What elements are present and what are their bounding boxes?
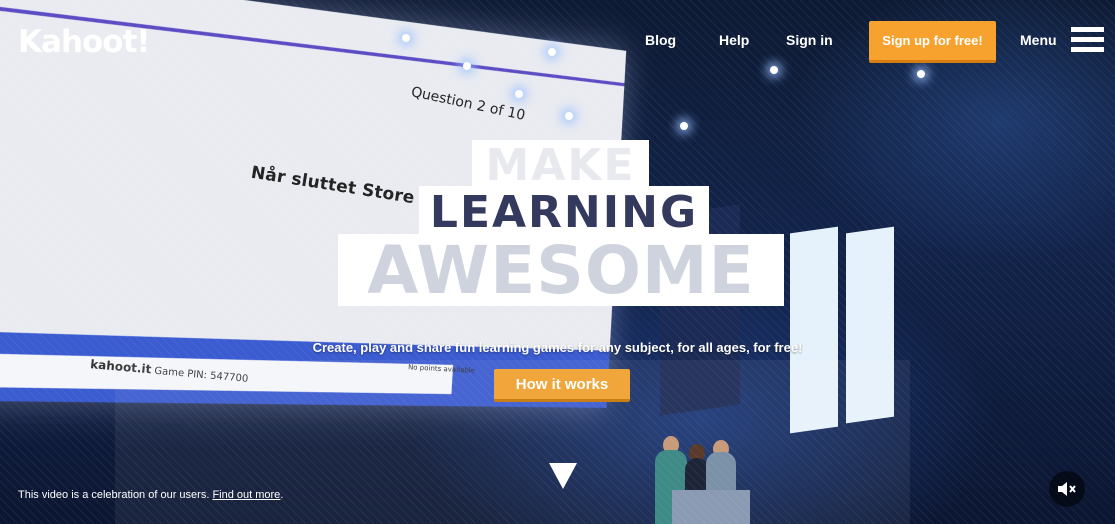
stage-light bbox=[402, 34, 410, 42]
video-caption: This video is a celebration of our users… bbox=[18, 489, 283, 501]
menu-label[interactable]: Menu bbox=[1020, 32, 1057, 48]
headline-text-learning: LEARNING bbox=[429, 186, 699, 238]
headline-text-awesome: AWESOME bbox=[367, 231, 755, 309]
how-it-works-button[interactable]: How it works bbox=[494, 369, 630, 402]
stage-light bbox=[680, 122, 688, 130]
arrow-down-icon[interactable] bbox=[549, 463, 577, 489]
headline-line-make: MAKE bbox=[472, 139, 649, 191]
headline-line-learning: LEARNING bbox=[419, 186, 709, 238]
headline-line-awesome: AWESOME bbox=[338, 231, 784, 309]
stage-light bbox=[770, 66, 778, 74]
stage-light bbox=[515, 90, 523, 98]
nav-link-help[interactable]: Help bbox=[719, 32, 749, 48]
caption-suffix: . bbox=[280, 489, 284, 501]
stage-podium bbox=[672, 490, 750, 524]
stage-light bbox=[463, 62, 471, 70]
hero-tagline: Create, play and share fun learning game… bbox=[312, 340, 803, 355]
caption-text: This video is a celebration of our users… bbox=[18, 489, 213, 501]
find-out-more-link[interactable]: Find out more bbox=[212, 489, 280, 501]
hamburger-icon[interactable] bbox=[1071, 27, 1104, 53]
nav-link-sign-in[interactable]: Sign in bbox=[786, 32, 833, 48]
nav-link-blog[interactable]: Blog bbox=[645, 32, 676, 48]
stage-light bbox=[917, 70, 925, 78]
kahoot-logo[interactable]: Kahoot! bbox=[18, 24, 151, 60]
stage-light bbox=[565, 112, 573, 120]
headline-text-make: MAKE bbox=[485, 139, 636, 191]
speaker-muted-icon bbox=[1058, 482, 1076, 496]
mute-button[interactable] bbox=[1049, 471, 1085, 507]
signup-button[interactable]: Sign up for free! bbox=[869, 21, 996, 63]
stage-light bbox=[548, 48, 556, 56]
